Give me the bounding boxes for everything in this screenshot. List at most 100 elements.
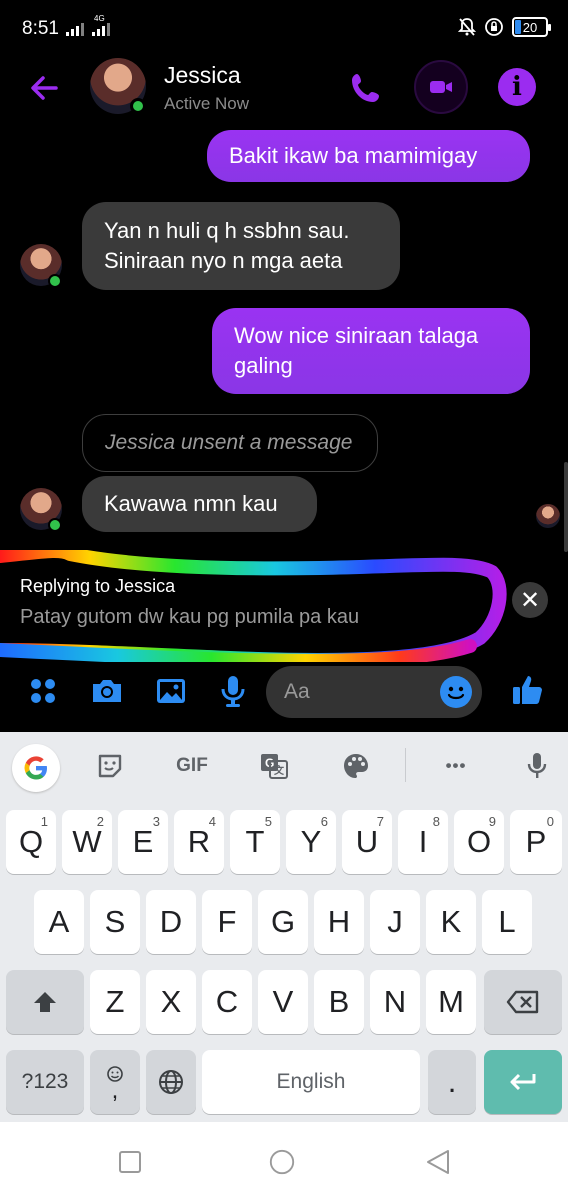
video-call-button[interactable] (414, 60, 468, 114)
key-c[interactable]: C (202, 970, 252, 1034)
like-button[interactable] (508, 670, 548, 710)
backspace-key[interactable] (484, 970, 562, 1034)
voice-record-button[interactable] (216, 674, 250, 708)
battery-level: 20 (522, 19, 538, 35)
key-i[interactable]: I8 (398, 810, 448, 874)
key-m[interactable]: M (426, 970, 476, 1034)
key-s[interactable]: S (90, 890, 140, 954)
voice-input-button[interactable] (520, 746, 554, 786)
key-j[interactable]: J (370, 890, 420, 954)
key-f[interactable]: F (202, 890, 252, 954)
gif-label: GIF (176, 755, 208, 776)
shift-key[interactable] (6, 970, 84, 1034)
back-triangle-icon[interactable] (424, 1148, 452, 1176)
key-z[interactable]: Z (90, 970, 140, 1034)
key-x[interactable]: X (146, 970, 196, 1034)
seen-receipt-avatar (536, 504, 560, 528)
space-bar[interactable]: English (202, 1050, 420, 1114)
contact-name[interactable]: Jessica (164, 62, 241, 89)
key-t[interactable]: T5 (230, 810, 280, 874)
online-indicator (130, 98, 146, 114)
close-reply-button[interactable]: ✕ (512, 582, 548, 618)
reply-title: Replying to Jessica (20, 576, 176, 596)
key-g[interactable]: G (258, 890, 308, 954)
emoji-icon (447, 686, 465, 700)
key-n[interactable]: N (370, 970, 420, 1034)
key-label: A (48, 904, 70, 939)
reply-quoted-message: Patay gutom dw kau pg pumila pa kau (20, 606, 360, 628)
translate-button[interactable]: G文 (256, 746, 292, 786)
key-hint: 3 (152, 814, 160, 829)
enter-key[interactable] (484, 1050, 562, 1114)
more-apps-icon (31, 679, 55, 703)
key-v[interactable]: V (258, 970, 308, 1034)
key-label: B (328, 984, 350, 1019)
mute-notification-icon (458, 18, 476, 36)
key-label: R (187, 824, 211, 859)
on-screen-keyboard: GIF G文 ••• Q1 W2 E3 R4 T5 Y6 U7 I8 O9 P0… (0, 732, 568, 1122)
key-hint: 0 (546, 814, 554, 829)
key-y[interactable]: Y6 (286, 810, 336, 874)
theme-button[interactable] (338, 746, 374, 786)
sticker-button[interactable] (92, 746, 128, 786)
key-d[interactable]: D (146, 890, 196, 954)
message-incoming[interactable]: Kawawa nmn kau (82, 476, 317, 532)
recent-apps-icon[interactable] (116, 1148, 144, 1176)
info-button[interactable]: i (498, 68, 536, 106)
online-indicator (48, 518, 62, 532)
status-time: 8:51 (22, 18, 59, 39)
message-incoming[interactable]: Yan n huli q h ssbhn sau. Siniraan nyo n… (82, 202, 400, 290)
language-key[interactable] (146, 1050, 196, 1114)
gallery-button[interactable] (154, 674, 188, 708)
key-hint: 1 (40, 814, 48, 829)
google-search-button[interactable] (12, 744, 60, 792)
key-k[interactable]: K (426, 890, 476, 954)
key-w[interactable]: W2 (62, 810, 112, 874)
key-label: O (466, 824, 492, 859)
key-r[interactable]: R4 (174, 810, 224, 874)
key-label: J (387, 904, 403, 939)
key-e[interactable]: E3 (118, 810, 168, 874)
message-input-field[interactable] (266, 666, 482, 718)
google-icon (24, 756, 47, 780)
key-hint: 9 (488, 814, 496, 829)
symbols-key[interactable]: ?123 (6, 1050, 84, 1114)
key-b[interactable]: B (314, 970, 364, 1034)
message-input[interactable] (284, 676, 434, 708)
key-label: U (355, 824, 379, 859)
phone-icon (352, 74, 379, 102)
more-apps-button[interactable] (26, 674, 60, 708)
message-outgoing[interactable]: Bakit ikaw ba mamimigay (207, 130, 530, 182)
key-p[interactable]: P0 (510, 810, 562, 874)
key-u[interactable]: U7 (342, 810, 392, 874)
key-a[interactable]: A (34, 890, 84, 954)
emoji-button[interactable] (440, 676, 472, 708)
key-hint: 6 (320, 814, 328, 829)
globe-icon (159, 1070, 183, 1094)
home-icon[interactable] (268, 1148, 296, 1176)
key-label: ?123 (21, 1070, 69, 1093)
more-options-button[interactable]: ••• (436, 746, 476, 786)
key-hint: 2 (96, 814, 104, 829)
scrollbar[interactable] (564, 462, 568, 552)
key-l[interactable]: L (482, 890, 532, 954)
key-hint: 8 (432, 814, 440, 829)
emoji-comma-key[interactable]: , (90, 1050, 140, 1114)
message-text: Kawawa nmn kau (104, 491, 278, 516)
enter-icon (510, 1073, 536, 1091)
camera-button[interactable] (90, 674, 124, 708)
key-label: X (160, 984, 182, 1019)
message-text-line: Siniraan nyo n mga aeta (104, 248, 343, 273)
back-button[interactable] (26, 70, 62, 106)
key-label: W (72, 824, 102, 859)
period-key[interactable]: . (428, 1050, 476, 1114)
call-button[interactable] (346, 68, 386, 108)
gif-button[interactable]: GIF (168, 746, 216, 786)
message-outgoing[interactable]: Wow nice siniraan talaga galing (212, 308, 530, 394)
key-label: Z (105, 984, 125, 1019)
key-o[interactable]: O9 (454, 810, 504, 874)
key-h[interactable]: H (314, 890, 364, 954)
network-type: 4G (94, 14, 105, 23)
key-q[interactable]: Q1 (6, 810, 56, 874)
key-label: F (217, 904, 237, 939)
